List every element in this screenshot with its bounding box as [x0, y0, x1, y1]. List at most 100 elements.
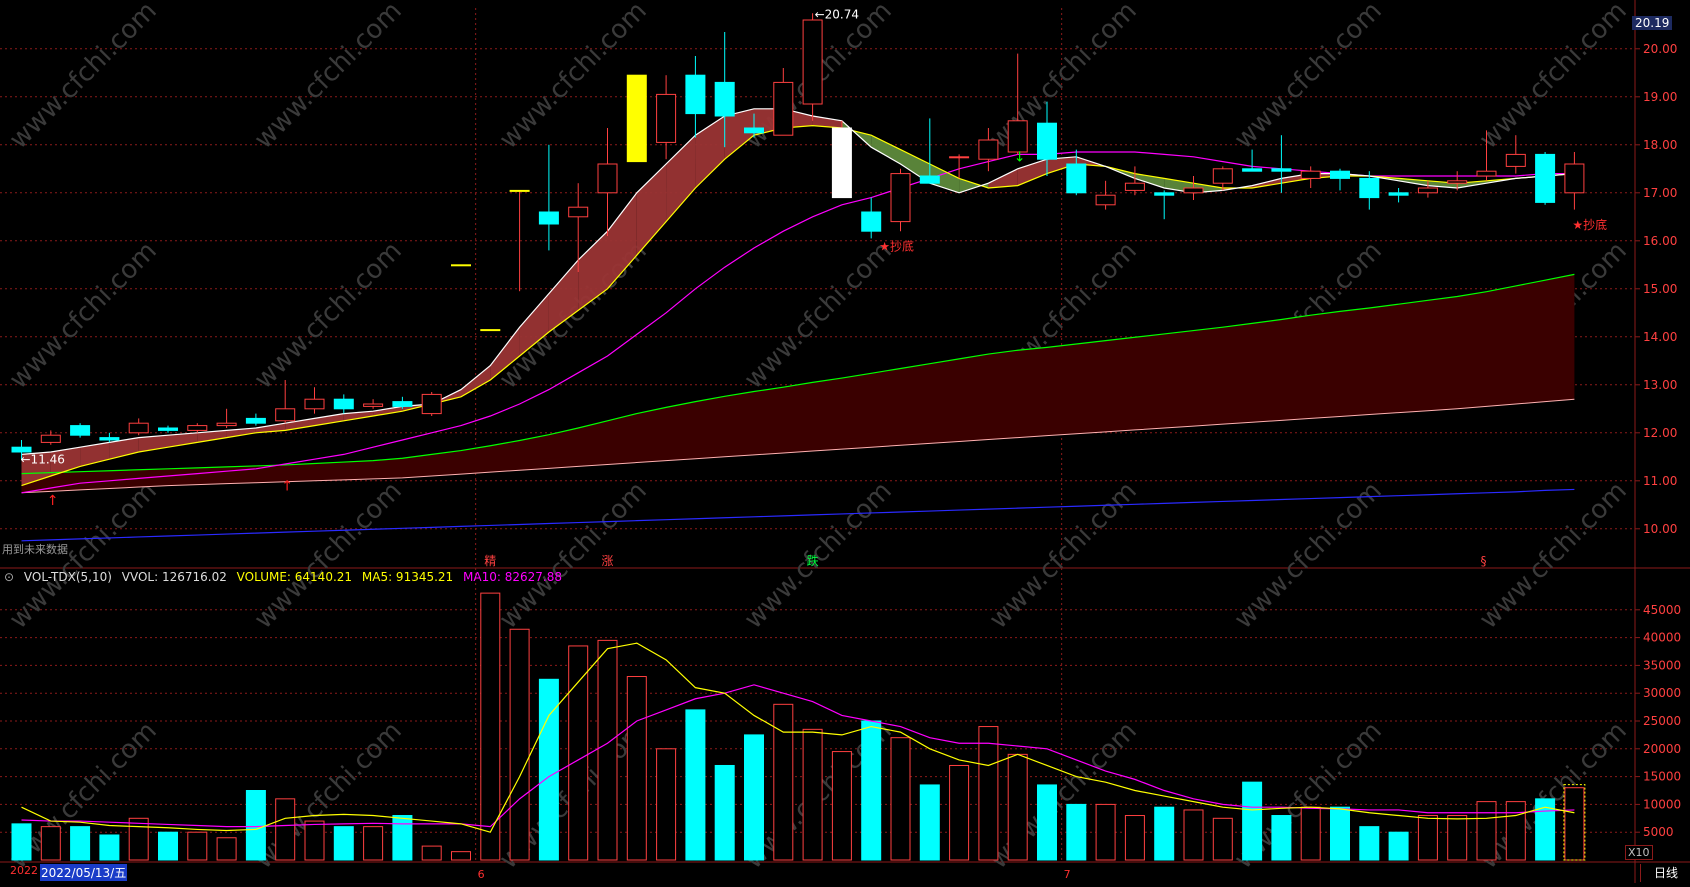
volume-bar[interactable] [656, 748, 677, 861]
volume-bar[interactable] [451, 851, 471, 861]
candle[interactable] [245, 413, 266, 426]
volume-bar[interactable] [831, 751, 852, 861]
volume-bar[interactable] [333, 826, 354, 861]
watermark-text: www.cfchi.com [1229, 476, 1388, 635]
volume-bar[interactable] [1037, 784, 1057, 861]
candle[interactable] [656, 75, 677, 160]
candle[interactable] [451, 264, 471, 267]
candle[interactable] [1535, 152, 1556, 205]
candle[interactable] [333, 394, 354, 414]
indicator-menu-icon[interactable]: ⊙ [4, 570, 14, 584]
candle-body [919, 175, 940, 184]
volume-bar[interactable] [216, 837, 237, 861]
volume-bar[interactable] [70, 826, 91, 861]
candle-body [509, 189, 530, 192]
volume-bar[interactable] [1242, 781, 1263, 861]
candle[interactable] [1505, 135, 1526, 174]
volume-bar[interactable] [949, 764, 970, 861]
volume-bar[interactable] [1388, 831, 1409, 861]
volume-bar[interactable] [363, 826, 384, 861]
candle[interactable] [1564, 152, 1585, 210]
volume-bar[interactable] [568, 645, 589, 861]
candle-body [656, 93, 677, 143]
watermark-text: www.cfchi.com [249, 236, 408, 395]
candle[interactable] [128, 418, 149, 436]
volume-bar[interactable] [304, 820, 325, 861]
candle-body [1388, 192, 1409, 196]
candle[interactable] [890, 168, 911, 232]
volume-bar[interactable] [890, 737, 911, 861]
up-arrow-icon: ↑ [47, 493, 59, 509]
candle[interactable] [187, 423, 208, 433]
candle-body [1447, 180, 1468, 184]
volume-bar[interactable] [1330, 806, 1350, 861]
candle[interactable] [597, 128, 618, 236]
volume-bar[interactable] [187, 831, 208, 861]
candle[interactable] [158, 425, 178, 433]
volume-bar[interactable] [1271, 815, 1292, 861]
volume-bar[interactable] [626, 676, 647, 861]
volume-bar[interactable] [919, 784, 940, 861]
volume-bar[interactable] [158, 831, 178, 861]
candle[interactable] [831, 120, 852, 199]
volume-bar[interactable] [1300, 806, 1321, 861]
candle[interactable] [304, 387, 325, 414]
volume-bar[interactable] [1066, 803, 1087, 861]
candle[interactable] [70, 423, 91, 438]
candle[interactable] [1095, 180, 1116, 210]
candle[interactable] [1154, 190, 1175, 220]
volume-bar[interactable] [1564, 787, 1585, 861]
volume-bar[interactable] [744, 734, 764, 861]
candle[interactable] [363, 399, 384, 409]
candle[interactable] [1183, 176, 1204, 200]
candle[interactable] [861, 197, 882, 239]
volume-bar[interactable] [421, 845, 442, 861]
volume-bar[interactable] [509, 628, 530, 861]
volume-bar[interactable] [128, 817, 149, 861]
candle[interactable] [275, 380, 296, 424]
volume-bar[interactable] [11, 823, 32, 861]
kline-chart[interactable]: 6 7 www.cfchi.com www.cfchi.com www.cfchi.c… [0, 0, 1690, 883]
candle[interactable] [1242, 149, 1263, 172]
candle[interactable] [1066, 149, 1087, 196]
indicator-name[interactable]: VOL-TDX(5,10) [24, 570, 112, 584]
volume-bar[interactable] [1183, 809, 1204, 861]
volume-bar[interactable] [245, 790, 266, 861]
candle[interactable] [40, 430, 61, 445]
volume-bar[interactable] [538, 678, 559, 861]
candle[interactable] [216, 408, 237, 428]
volume-bar[interactable] [597, 639, 618, 861]
candle[interactable] [1300, 166, 1321, 188]
volume-bar[interactable] [1476, 801, 1497, 861]
candle[interactable] [626, 74, 647, 163]
volume-bar[interactable] [1124, 815, 1145, 861]
volume-bar[interactable] [978, 726, 999, 861]
volume-bar[interactable] [275, 798, 296, 861]
volume-bar[interactable] [1095, 803, 1116, 861]
volume-bar[interactable] [861, 720, 882, 861]
candle[interactable] [1330, 168, 1350, 191]
candle-body [773, 81, 794, 136]
scale-button[interactable]: X10 [1625, 845, 1653, 860]
volume-bar[interactable] [714, 764, 735, 861]
candle[interactable] [685, 56, 706, 138]
candle[interactable] [538, 144, 559, 251]
period-button[interactable]: 日线 [1640, 864, 1690, 882]
volume-bar[interactable] [392, 815, 413, 861]
candle[interactable] [773, 68, 794, 136]
volume-bar[interactable] [40, 826, 61, 861]
volume-bar[interactable] [685, 709, 706, 861]
candle[interactable] [480, 329, 501, 332]
volume-bar[interactable] [1505, 801, 1526, 861]
volume-bar[interactable] [1447, 815, 1468, 861]
volume-bar[interactable] [1359, 826, 1380, 861]
volume-bar[interactable] [99, 834, 120, 861]
candle-body [861, 211, 882, 232]
volume-bar[interactable] [1154, 806, 1175, 861]
volume-bar[interactable] [1212, 817, 1233, 861]
candle[interactable] [421, 392, 442, 416]
volume-bar[interactable] [1007, 753, 1028, 861]
volume-bar[interactable] [802, 728, 823, 861]
volume-bar[interactable] [1417, 815, 1438, 861]
candle[interactable] [1388, 188, 1409, 203]
